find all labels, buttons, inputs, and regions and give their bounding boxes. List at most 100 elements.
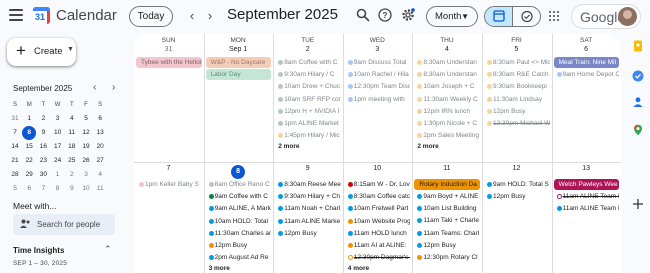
mini-day[interactable]: 4 <box>93 168 107 182</box>
mini-day[interactable]: 1 <box>22 112 36 126</box>
mini-day[interactable]: 9 <box>36 126 50 140</box>
calendar-event[interactable]: 8:15am W - Dr. Lov <box>345 179 411 190</box>
calendar-event[interactable]: 10am Rachel / Hila <box>345 69 411 80</box>
calendar-event[interactable]: 9am ALINE, A Mark <box>206 203 272 214</box>
mini-day[interactable]: 6 <box>22 182 36 196</box>
mini-day[interactable]: 23 <box>36 154 50 168</box>
search-people-input[interactable]: Search for people <box>13 214 115 235</box>
mini-day[interactable]: 27 <box>93 154 107 168</box>
account-switcher[interactable]: Google <box>571 4 641 29</box>
calendar-event[interactable]: 12pm Busy <box>484 191 550 202</box>
calendar-event[interactable]: 11am HOLD lunch <box>345 228 411 239</box>
chevron-up-icon[interactable]: ⌃ <box>104 244 112 255</box>
calendar-event[interactable]: 10am Fretwell Part <box>345 203 411 214</box>
calendar-event[interactable]: 8:30am R&E Catch <box>484 69 550 80</box>
calendar-event[interactable]: 10am HOLD: Total <box>206 216 272 227</box>
search-icon[interactable] <box>356 8 370 22</box>
all-day-event[interactable]: Meal Train: Nine Mil <box>553 57 620 68</box>
calendar-event[interactable]: 2pm Sales Meeting <box>414 130 480 141</box>
day-number[interactable]: 5 <box>482 46 551 53</box>
google-apps-icon[interactable] <box>549 11 559 21</box>
calendar-event[interactable]: 1pm Keller Baby S <box>136 179 202 190</box>
day-number[interactable]: 12 <box>482 165 551 172</box>
chevron-right-icon[interactable]: › <box>203 8 217 24</box>
calendar-event[interactable]: 8am Office Reno C <box>206 179 272 190</box>
maps-icon[interactable] <box>632 124 644 136</box>
day-number[interactable]: 11 <box>412 165 481 172</box>
mini-day[interactable]: 9 <box>65 182 79 196</box>
mini-day[interactable]: 8 <box>22 126 37 140</box>
mini-day[interactable]: 22 <box>22 154 36 168</box>
calendar-event[interactable]: 11am Noah + Charl <box>275 203 341 214</box>
chevron-left-icon[interactable]: ‹ <box>185 8 199 24</box>
calendar-event[interactable]: 10am List Building <box>414 203 480 214</box>
mini-day[interactable]: 18 <box>65 140 79 154</box>
more-events-link[interactable]: 3 more <box>209 265 230 272</box>
calendar-event[interactable]: 9am HOLD: Total S <box>484 179 550 190</box>
mini-day[interactable]: 6 <box>93 112 107 126</box>
day-number[interactable]: 10 <box>343 165 412 172</box>
mini-day[interactable]: 10 <box>79 182 93 196</box>
mini-day[interactable]: 4 <box>65 112 79 126</box>
mini-day[interactable]: 7 <box>36 182 50 196</box>
mini-day[interactable]: 1 <box>51 168 65 182</box>
tasks-view-toggle[interactable] <box>513 7 540 26</box>
calendar-event[interactable]: 12pm Busy <box>275 228 341 239</box>
calendar-event[interactable]: 2pm August Ad Re <box>206 252 272 263</box>
calendar-event[interactable]: 10am SRF RFP con <box>275 94 341 105</box>
mini-day[interactable]: 15 <box>22 140 36 154</box>
day-number[interactable]: 13 <box>552 165 621 172</box>
calendar-event[interactable]: 11:30am Lindsay <box>484 94 550 105</box>
calendar-event[interactable]: 12pm IRN lunch <box>414 106 480 117</box>
calendar-event[interactable]: 9am Discuss Total <box>345 57 411 68</box>
calendar-event[interactable]: 12pm Busy <box>484 106 550 117</box>
calendar-event[interactable]: 12:30pm Dagmar's Bat <box>345 252 410 263</box>
calendar-event[interactable]: 1:30pm Nicole + C <box>414 118 480 129</box>
mini-day[interactable]: 26 <box>79 154 93 168</box>
mini-day[interactable]: 31 <box>8 112 22 126</box>
all-day-event[interactable]: Labor Day <box>205 69 272 80</box>
calendar-event[interactable]: 10am Joseph + C <box>414 81 480 92</box>
day-number[interactable]: 4 <box>412 46 481 53</box>
time-insights-title[interactable]: Time Insights <box>13 246 64 255</box>
mini-day[interactable]: 21 <box>8 154 22 168</box>
chevron-left-icon[interactable]: ‹ <box>93 82 96 93</box>
mini-day[interactable]: 25 <box>65 154 79 168</box>
today-button[interactable]: Today <box>129 6 173 27</box>
calendar-event[interactable]: 8:30am Understan <box>414 69 480 80</box>
day-number[interactable]: 3 <box>343 46 412 53</box>
day-number[interactable]: Sep 1 <box>204 46 273 53</box>
all-day-event[interactable]: Tybee with the Heltons! <box>136 57 202 68</box>
calendar-view-toggle[interactable] <box>485 7 513 26</box>
add-icon[interactable] <box>632 198 644 210</box>
calendar-event[interactable]: 11:30am Charles an <box>206 228 271 239</box>
calendar-event[interactable]: 8:30am Reese Mee <box>275 179 341 190</box>
calendar-event[interactable]: 9:30am Hilary / C <box>275 69 341 80</box>
mini-day[interactable]: 20 <box>93 140 107 154</box>
mini-day[interactable]: 17 <box>51 140 65 154</box>
calendar-event[interactable]: 11am AI at ALINE: <box>345 240 411 251</box>
mini-day[interactable]: 2 <box>65 168 79 182</box>
mini-day[interactable]: 7 <box>8 126 22 140</box>
mini-day[interactable]: 11 <box>65 126 79 140</box>
calendar-event[interactable]: 9am Coffee with C <box>206 191 272 202</box>
calendar-event[interactable]: 8:30am Understan <box>414 57 480 68</box>
calendar-event[interactable]: 1pm meeting with <box>345 94 411 105</box>
mini-day[interactable]: 11 <box>93 182 107 196</box>
calendar-event[interactable]: 8:30am Coffee catc <box>345 191 411 202</box>
contacts-icon[interactable] <box>632 96 644 108</box>
day-number[interactable]: 8 <box>204 165 273 179</box>
mini-day[interactable]: 3 <box>79 168 93 182</box>
day-number[interactable]: 2 <box>273 46 342 53</box>
calendar-event[interactable]: 11am ALINE Team F <box>554 203 619 214</box>
more-events-link[interactable]: 2 more <box>278 143 299 150</box>
calendar-event[interactable]: 9:30am Bookkeepi <box>484 81 550 92</box>
more-events-link[interactable]: 4 more <box>348 265 369 272</box>
mini-day[interactable]: 29 <box>22 168 36 182</box>
calendar-event[interactable]: 8:30am Paul <> Mic <box>484 57 550 68</box>
calendar-event[interactable]: 11:30am Weekly C <box>414 94 480 105</box>
calendar-logo-icon[interactable]: 31 <box>33 7 50 24</box>
main-menu-icon[interactable] <box>9 9 23 21</box>
calendar-event[interactable]: 11am ALINE Team F <box>554 191 619 202</box>
settings-gear-icon[interactable] <box>401 8 415 22</box>
